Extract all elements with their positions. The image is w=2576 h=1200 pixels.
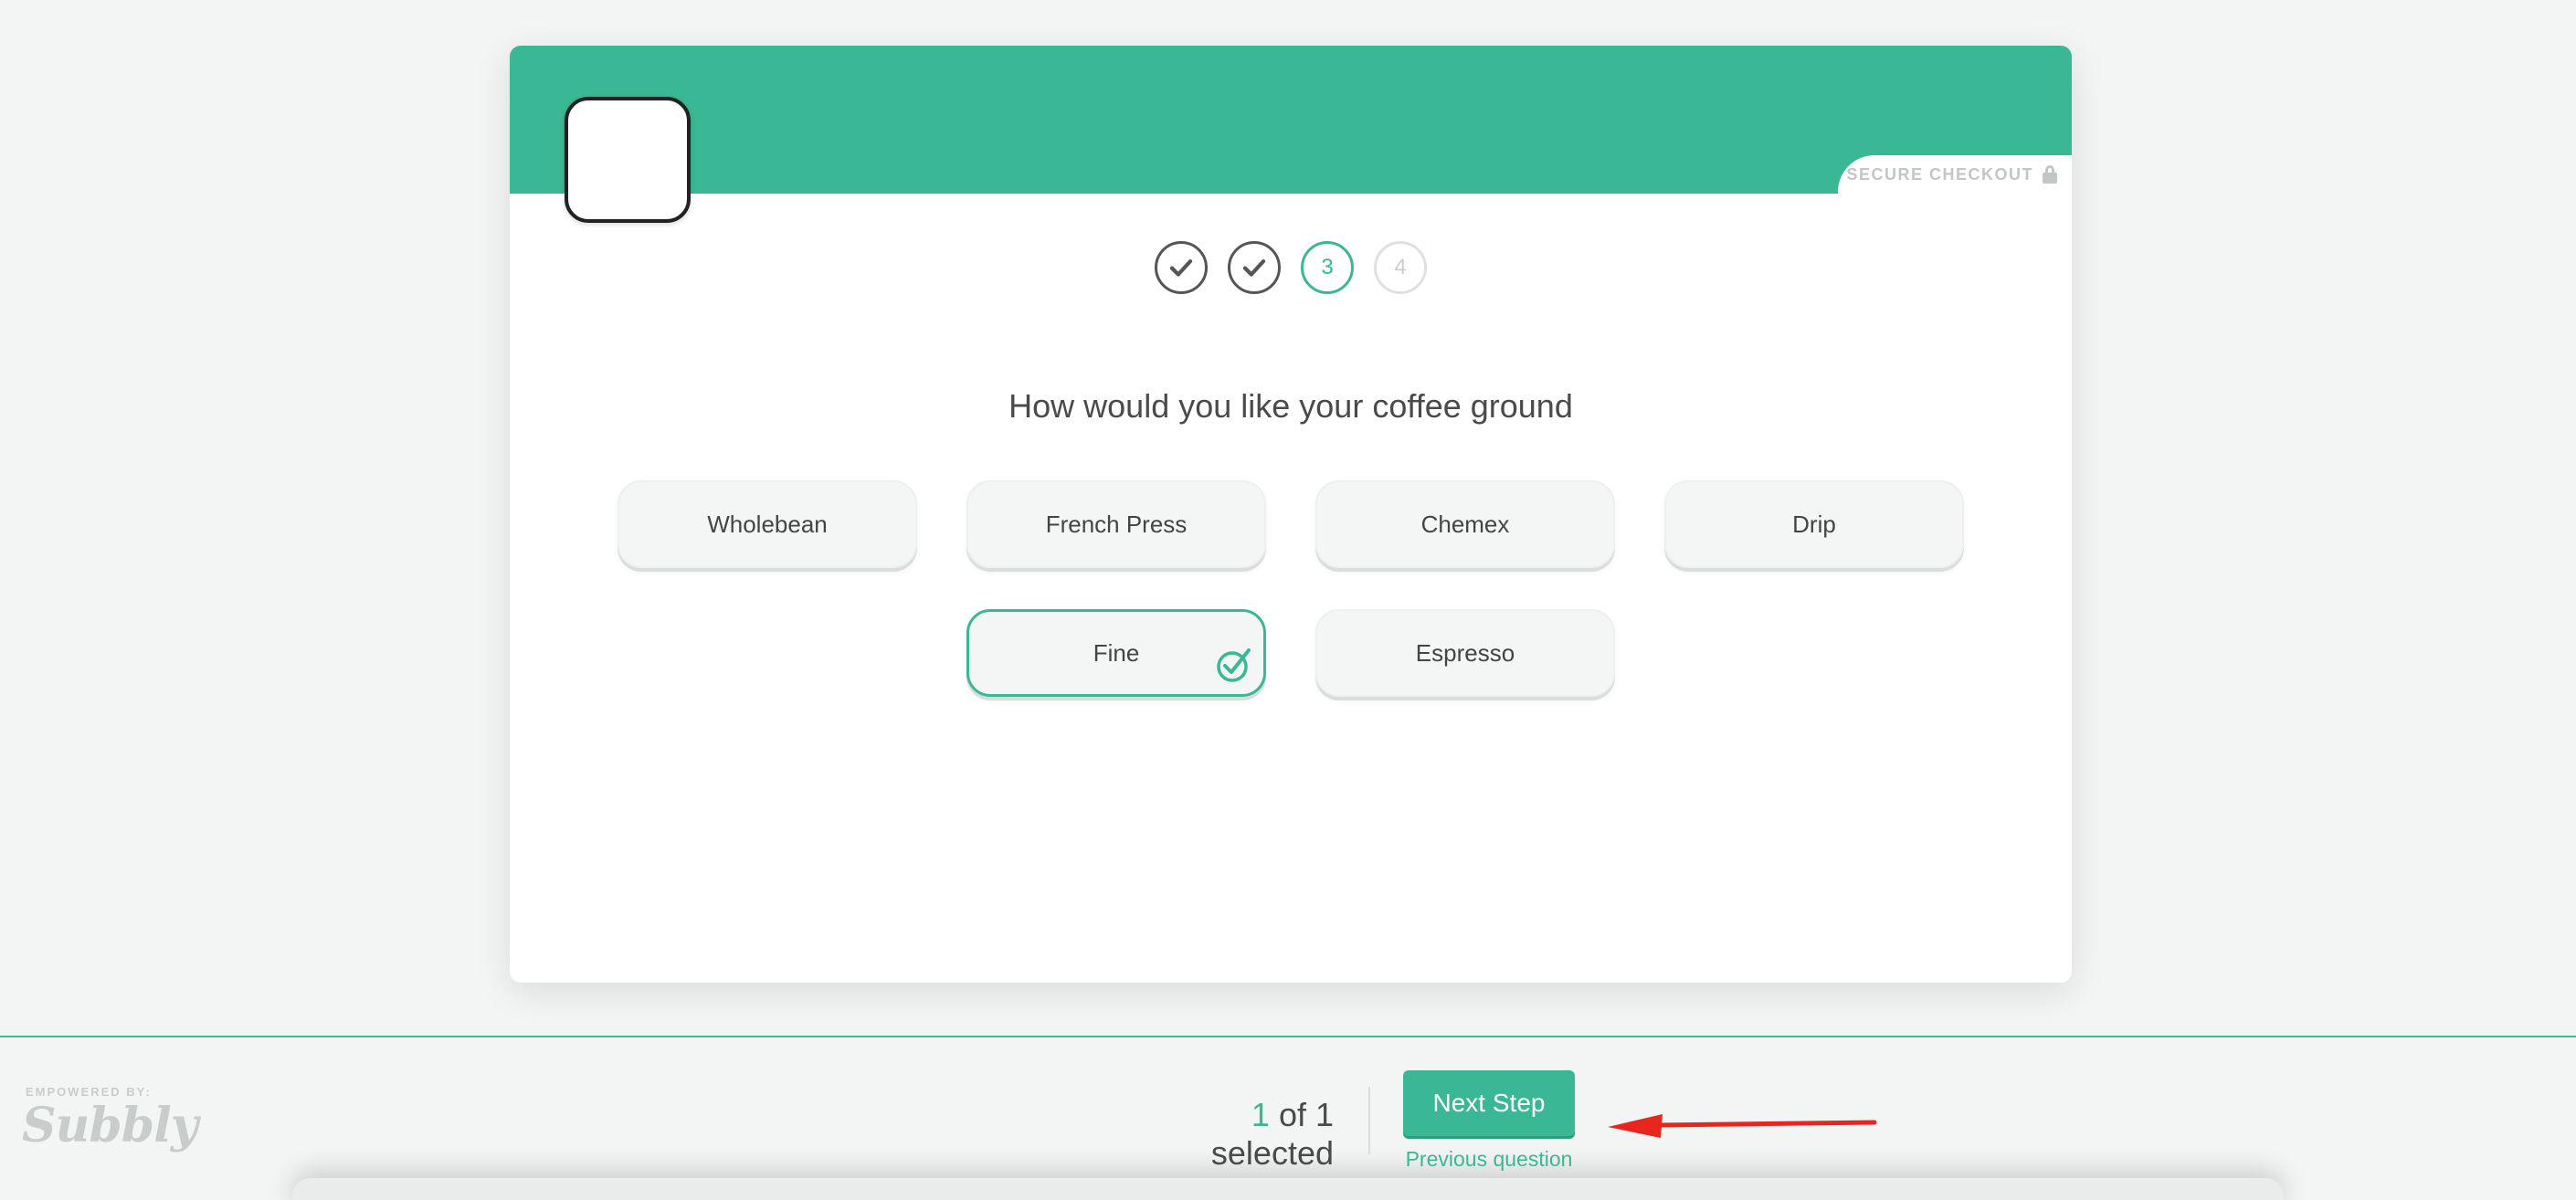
option-label: Wholebean: [707, 510, 828, 538]
option-wholebean[interactable]: Wholebean: [618, 480, 917, 568]
check-circle-icon: [1217, 648, 1251, 682]
question-title: How would you like your coffee ground: [1008, 387, 1573, 425]
quiz-card: SECURE CHECKOUT 3 4 How would you like y: [510, 46, 2072, 983]
subbly-logo[interactable]: Subbly: [22, 1098, 198, 1153]
next-step-button[interactable]: Next Step: [1403, 1070, 1575, 1136]
option-label: Fine: [1093, 638, 1140, 667]
empowered-by-label: EMPOWERED BY:: [26, 1085, 152, 1099]
option-fine[interactable]: Fine: [966, 609, 1266, 697]
option-espresso[interactable]: Espresso: [1315, 609, 1615, 697]
secure-checkout-label: SECURE CHECKOUT: [1846, 164, 2033, 184]
selection-count: 1 of 1 selected: [1133, 1096, 1334, 1173]
secure-checkout-badge: SECURE CHECKOUT: [1838, 155, 2072, 194]
selected-suffix: of 1 selected: [1210, 1096, 1334, 1172]
page: SECURE CHECKOUT 3 4 How would you like y: [0, 0, 2576, 1200]
red-arrow-icon: [1608, 1114, 1877, 1138]
lock-icon: [2043, 165, 2057, 184]
store-logo: [565, 97, 691, 223]
option-chemex[interactable]: Chemex: [1315, 480, 1615, 568]
step-4: 4: [1374, 241, 1427, 294]
option-label: Drip: [1792, 510, 1836, 538]
check-icon: [1242, 259, 1266, 277]
option-label: Chemex: [1420, 510, 1510, 538]
selected-number: 1: [1251, 1096, 1270, 1133]
card-header: [510, 46, 2072, 194]
step-2[interactable]: [1228, 241, 1281, 294]
option-label: French Press: [1045, 510, 1188, 538]
step-1[interactable]: [1155, 241, 1208, 294]
footer-separator: [1368, 1087, 1370, 1154]
option-label: Espresso: [1415, 638, 1515, 667]
option-drip[interactable]: Drip: [1664, 480, 1964, 568]
footer-divider: [0, 1036, 2576, 1037]
previous-question-link[interactable]: Previous question: [1403, 1147, 1575, 1172]
step-indicator: 3 4: [510, 241, 2072, 294]
footer-shadow: [292, 1178, 2284, 1200]
step-3: 3: [1301, 241, 1354, 294]
option-french-press[interactable]: French Press: [966, 480, 1266, 568]
check-icon: [1169, 259, 1193, 277]
